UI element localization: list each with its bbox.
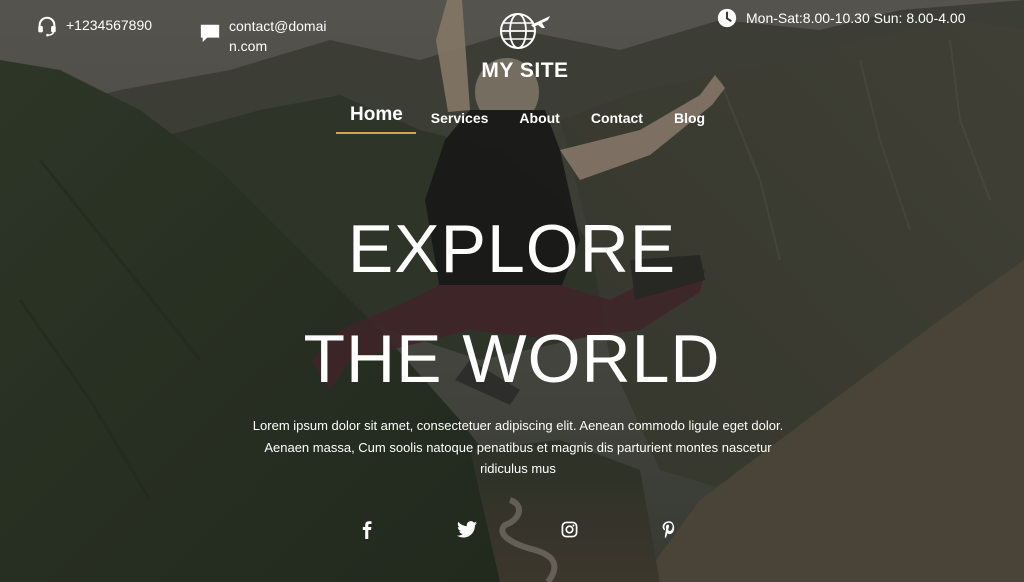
contact-email-text: contact@domain.com bbox=[229, 18, 327, 54]
twitter-link[interactable] bbox=[455, 520, 479, 544]
chat-bubble-icon bbox=[199, 22, 221, 44]
hero-description: Lorem ipsum dolor sit amet, consectetuer… bbox=[252, 418, 784, 476]
nav-item-home[interactable]: Home bbox=[336, 104, 416, 134]
nav-item-blog[interactable]: Blog bbox=[674, 110, 705, 134]
hero-heading-line-1: EXPLORE bbox=[347, 211, 677, 287]
nav-item-about[interactable]: About bbox=[519, 110, 559, 134]
twitter-icon bbox=[457, 521, 477, 543]
nav-item-services[interactable]: Services bbox=[431, 110, 489, 134]
business-hours-text: Mon-Sat:8.00-10.30 Sun: 8.00-4.00 bbox=[746, 10, 966, 26]
contact-phone-text: +1234567890 bbox=[66, 17, 153, 33]
main-nav: Home Services About Contact Blog bbox=[336, 104, 705, 134]
clock-icon bbox=[716, 7, 738, 29]
hero-dark-overlay bbox=[0, 0, 1024, 582]
headset-icon bbox=[36, 15, 58, 37]
hero-heading-line-2: THE WORLD bbox=[303, 321, 721, 397]
business-hours: Mon-Sat:8.00-10.30 Sun: 8.00-4.00 bbox=[716, 7, 965, 29]
globe-plane-icon bbox=[470, 10, 580, 55]
facebook-link[interactable] bbox=[355, 520, 379, 544]
contact-phone[interactable]: +1234567890 bbox=[36, 15, 152, 37]
facebook-icon bbox=[359, 520, 375, 544]
nav-item-contact[interactable]: Contact bbox=[591, 110, 643, 134]
pinterest-icon bbox=[662, 520, 676, 544]
contact-email[interactable]: contact@domain.com bbox=[199, 16, 339, 56]
instagram-link[interactable] bbox=[557, 520, 581, 544]
instagram-icon bbox=[561, 521, 578, 543]
hero-section: +1234567890 contact@domain.com MY SITE M… bbox=[0, 0, 1024, 582]
pinterest-link[interactable] bbox=[657, 520, 681, 544]
site-name: MY SITE bbox=[481, 59, 569, 82]
site-logo[interactable]: MY SITE bbox=[470, 10, 580, 83]
